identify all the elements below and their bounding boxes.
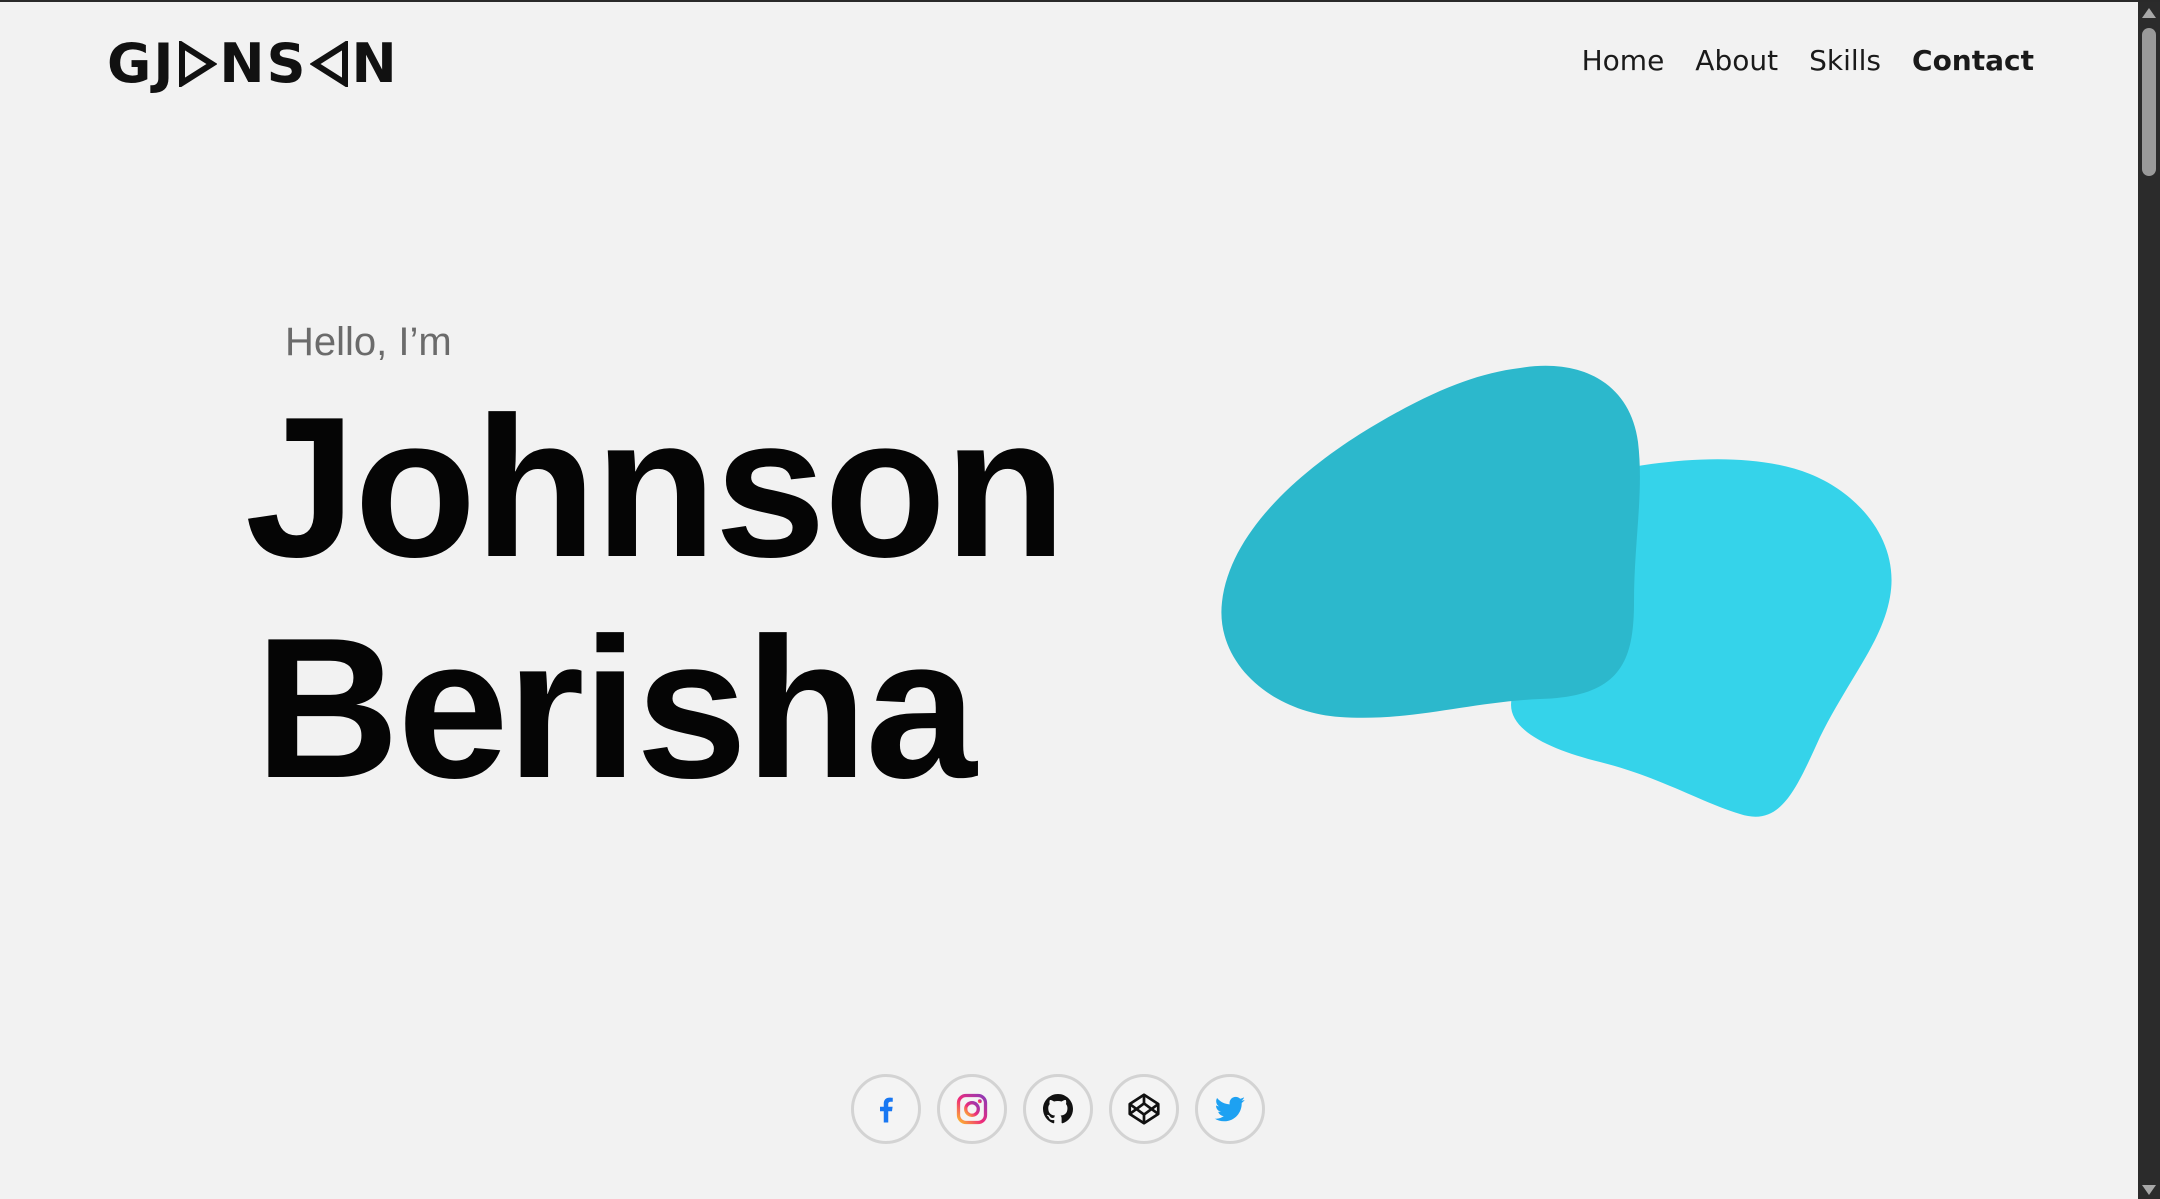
instagram-icon: [956, 1093, 988, 1125]
main-nav: Home About Skills Contact: [1582, 44, 2034, 77]
github-icon: [1043, 1094, 1073, 1124]
logo-play-right-icon: [177, 41, 218, 87]
logo-part-3: N: [351, 32, 399, 95]
scroll-down-arrow-icon[interactable]: [2142, 1185, 2156, 1195]
hero-blob-illustration: [1220, 362, 1900, 822]
nav-skills[interactable]: Skills: [1809, 44, 1881, 77]
twitter-link[interactable]: [1195, 1074, 1265, 1144]
github-link[interactable]: [1023, 1074, 1093, 1144]
scroll-up-arrow-icon[interactable]: [2142, 8, 2156, 18]
logo-part-1: GJ: [107, 32, 176, 95]
social-links: [851, 1074, 1265, 1144]
facebook-icon: [880, 1097, 893, 1123]
hero-greeting: Hello, I’m: [285, 320, 452, 364]
nav-about[interactable]: About: [1695, 44, 1778, 77]
page: GJ NS N Home About Skills Contact Hello,…: [0, 0, 2160, 1199]
vertical-scrollbar[interactable]: [2138, 2, 2160, 1199]
codepen-icon: [1128, 1093, 1160, 1125]
instagram-link[interactable]: [937, 1074, 1007, 1144]
logo-play-left-icon: [309, 41, 350, 87]
nav-contact[interactable]: Contact: [1912, 44, 2034, 77]
nav-home[interactable]: Home: [1582, 44, 1665, 77]
logo-part-2: NS: [219, 32, 308, 95]
scroll-thumb[interactable]: [2142, 28, 2156, 176]
facebook-link[interactable]: [851, 1074, 921, 1144]
blob-front: [1221, 365, 1640, 718]
twitter-icon: [1214, 1096, 1245, 1122]
site-logo[interactable]: GJ NS N: [107, 36, 399, 92]
hero-first-name: Johnson: [245, 376, 1066, 599]
hero-last-name: Berisha: [255, 597, 977, 820]
codepen-link[interactable]: [1109, 1074, 1179, 1144]
